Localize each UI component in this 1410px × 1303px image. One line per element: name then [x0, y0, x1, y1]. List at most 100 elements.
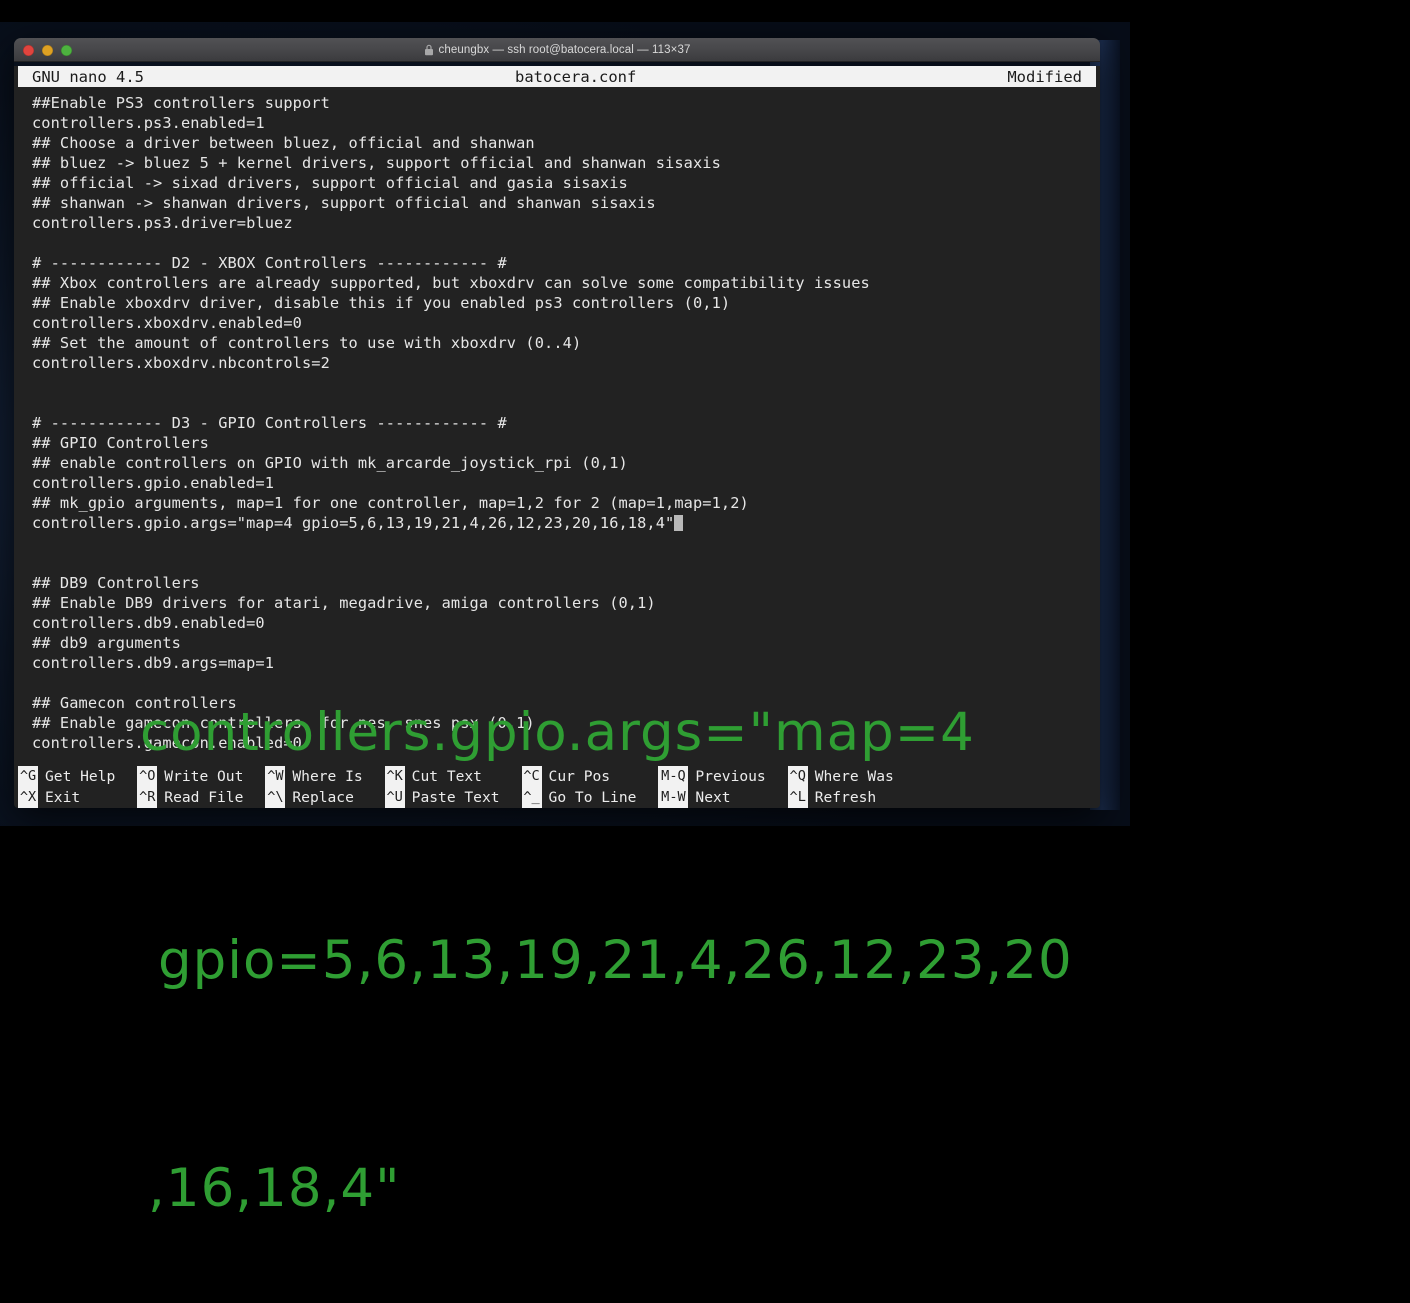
shortcut-item[interactable]: ^R Read File — [137, 787, 243, 808]
window-title-bar[interactable]: cheungbx — ssh root@batocera.local — 113… — [14, 38, 1100, 62]
shortcut-label: Cur Pos — [548, 768, 611, 785]
shortcut-item[interactable]: ^U Paste Text — [384, 787, 500, 808]
window-title-container: cheungbx — ssh root@batocera.local — 113… — [14, 44, 1100, 56]
editor-line: controllers.ps3.driver=bluez — [32, 213, 1100, 233]
shortcut-key: ^C — [521, 766, 542, 787]
shortcut-label: Where Is — [292, 768, 363, 785]
close-window-button[interactable] — [23, 44, 34, 56]
editor-line: controllers.db9.args=map=1 — [32, 653, 1100, 673]
shortcut-label: Previous — [695, 768, 766, 785]
shortcut-key: ^_ — [521, 787, 542, 808]
shortcut-label: Next — [695, 789, 731, 806]
nano-filename-label: batocera.conf — [515, 67, 637, 86]
editor-line-text: ## enable controllers on GPIO with mk_ar… — [32, 454, 628, 472]
shortcut-group-6: M-Q Previous M-W Next — [658, 766, 766, 808]
shortcut-group-3: ^W Where Is ^\ Replace — [265, 766, 363, 808]
terminal-window[interactable]: cheungbx — ssh root@batocera.local — 113… — [14, 38, 1100, 808]
annotation-line-3: ,16,18,4" — [148, 1158, 401, 1219]
shortcut-group-2: ^O Write Out ^R Read File — [137, 766, 243, 808]
shortcut-item[interactable]: M-W Next — [658, 787, 765, 808]
editor-line: ## mk_gpio arguments, map=1 for one cont… — [32, 493, 1100, 513]
shortcut-label: Refresh — [814, 789, 877, 806]
editor-line-text: ## bluez -> bluez 5 + kernel drivers, su… — [32, 154, 721, 172]
editor-line: ## bluez -> bluez 5 + kernel drivers, su… — [32, 153, 1100, 173]
editor-line-text: controllers.db9.args=map=1 — [32, 654, 275, 672]
shortcut-item[interactable]: ^L Refresh — [787, 787, 894, 808]
editor-line-text: ## Enable gamecon controllers, for nes, … — [32, 714, 535, 732]
nano-status-bar: GNU nano 4.5 batocera.conf Modified — [18, 66, 1096, 87]
shortcut-item[interactable]: ^X Exit — [18, 787, 115, 808]
editor-line: controllers.ps3.enabled=1 — [32, 113, 1100, 133]
text-cursor — [674, 515, 684, 531]
shortcut-item[interactable]: ^G Get Help — [18, 766, 115, 787]
shortcut-label: Get Help — [45, 768, 116, 785]
nano-shortcut-bar: ^G Get Help ^X Exit ^O Write Out ^R Read File ^W… — [18, 766, 1096, 808]
shortcut-label: Where Was — [814, 768, 894, 785]
zoom-window-button[interactable] — [61, 44, 72, 56]
editor-line: controllers.gpio.enabled=1 — [32, 473, 1100, 493]
editor-line: ## Enable gamecon controllers, for nes, … — [32, 713, 1100, 733]
shortcut-label: Exit — [45, 789, 81, 806]
minimize-window-button[interactable] — [42, 44, 53, 56]
editor-line-text: controllers.ps3.driver=bluez — [32, 214, 293, 232]
editor-line-text: ## mk_gpio arguments, map=1 for one cont… — [32, 494, 749, 512]
editor-line: ## shanwan -> shanwan drivers, support o… — [32, 193, 1100, 213]
editor-line: ##Enable PS3 controllers support — [32, 93, 1100, 113]
editor-line: ## DB9 Controllers — [32, 573, 1100, 593]
shortcut-label: Read File — [164, 789, 244, 806]
shortcut-group-4: ^K Cut Text ^U Paste Text — [384, 766, 500, 808]
shortcut-key: ^U — [384, 787, 405, 808]
shortcut-item[interactable]: ^Q Where Was — [787, 766, 894, 787]
shortcut-label: Cut Text — [411, 768, 482, 785]
shortcut-item[interactable]: ^\ Replace — [265, 787, 362, 808]
shortcut-key: ^X — [18, 787, 38, 808]
editor-line: ## Gamecon controllers — [32, 693, 1100, 713]
editor-line: ## GPIO Controllers — [32, 433, 1100, 453]
shortcut-item[interactable]: ^W Where Is — [265, 766, 363, 787]
shortcut-item[interactable]: ^C Cur Pos — [521, 766, 637, 787]
editor-line-text: ## shanwan -> shanwan drivers, support o… — [32, 194, 656, 212]
editor-line-text: ## Enable DB9 drivers for atari, megadri… — [32, 594, 656, 612]
editor-line-text: ##Enable PS3 controllers support — [32, 94, 330, 112]
editor-line-text: ## Choose a driver between bluez, offici… — [32, 134, 535, 152]
window-traffic-lights — [23, 38, 72, 62]
shortcut-key: ^O — [137, 766, 158, 787]
nano-text-area[interactable]: ##Enable PS3 controllers support controll… — [14, 93, 1100, 753]
editor-line: # ------------ D2 - XBOX Controllers ---… — [32, 253, 1100, 273]
editor-line: controllers.gpio.args="map=4 gpio=5,6,13… — [32, 513, 1100, 533]
editor-line-text: ## db9 arguments — [32, 634, 181, 652]
editor-line-text: ## official -> sixad drivers, support of… — [32, 174, 628, 192]
editor-line-text: ## Enable xboxdrv driver, disable this i… — [32, 294, 731, 312]
editor-line: ## Set the amount of controllers to use … — [32, 333, 1100, 353]
shortcut-item[interactable]: M-Q Previous — [658, 766, 766, 787]
editor-line-text: ## DB9 Controllers — [32, 574, 200, 592]
editor-line-text: ## Set the amount of controllers to use … — [32, 334, 582, 352]
shortcut-label: Paste Text — [411, 789, 500, 806]
editor-line-text: controllers.ps3.enabled=1 — [32, 114, 265, 132]
editor-line-text: ## Xbox controllers are already supporte… — [32, 274, 870, 292]
editor-line: ## Enable xboxdrv driver, disable this i… — [32, 293, 1100, 313]
editor-line-text: controllers.gpio.enabled=1 — [32, 474, 275, 492]
shortcut-item[interactable]: ^K Cut Text — [384, 766, 500, 787]
editor-line: controllers.db9.enabled=0 — [32, 613, 1100, 633]
shortcut-key: M-W — [658, 787, 689, 808]
editor-line-text: ## GPIO Controllers — [32, 434, 209, 452]
shortcut-item[interactable]: ^_ Go To Line — [521, 787, 637, 808]
editor-line: ## enable controllers on GPIO with mk_ar… — [32, 453, 1100, 473]
shortcut-key: ^Q — [787, 766, 808, 787]
editor-line-text: controllers.db9.enabled=0 — [32, 614, 265, 632]
editor-line: controllers.gamecon.enabled=0 — [32, 733, 1100, 753]
editor-line-text: # ------------ D3 - GPIO Controllers ---… — [32, 414, 507, 432]
terminal-body[interactable]: GNU nano 4.5 batocera.conf Modified ##En… — [14, 66, 1100, 808]
shortcut-key: M-Q — [658, 766, 689, 787]
shortcut-group-1: ^G Get Help ^X Exit — [18, 766, 115, 808]
shortcut-item[interactable]: ^O Write Out — [137, 766, 243, 787]
shortcut-label: Go To Line — [548, 789, 637, 806]
nano-version-label: GNU nano 4.5 — [32, 67, 144, 86]
lock-icon — [424, 44, 434, 56]
